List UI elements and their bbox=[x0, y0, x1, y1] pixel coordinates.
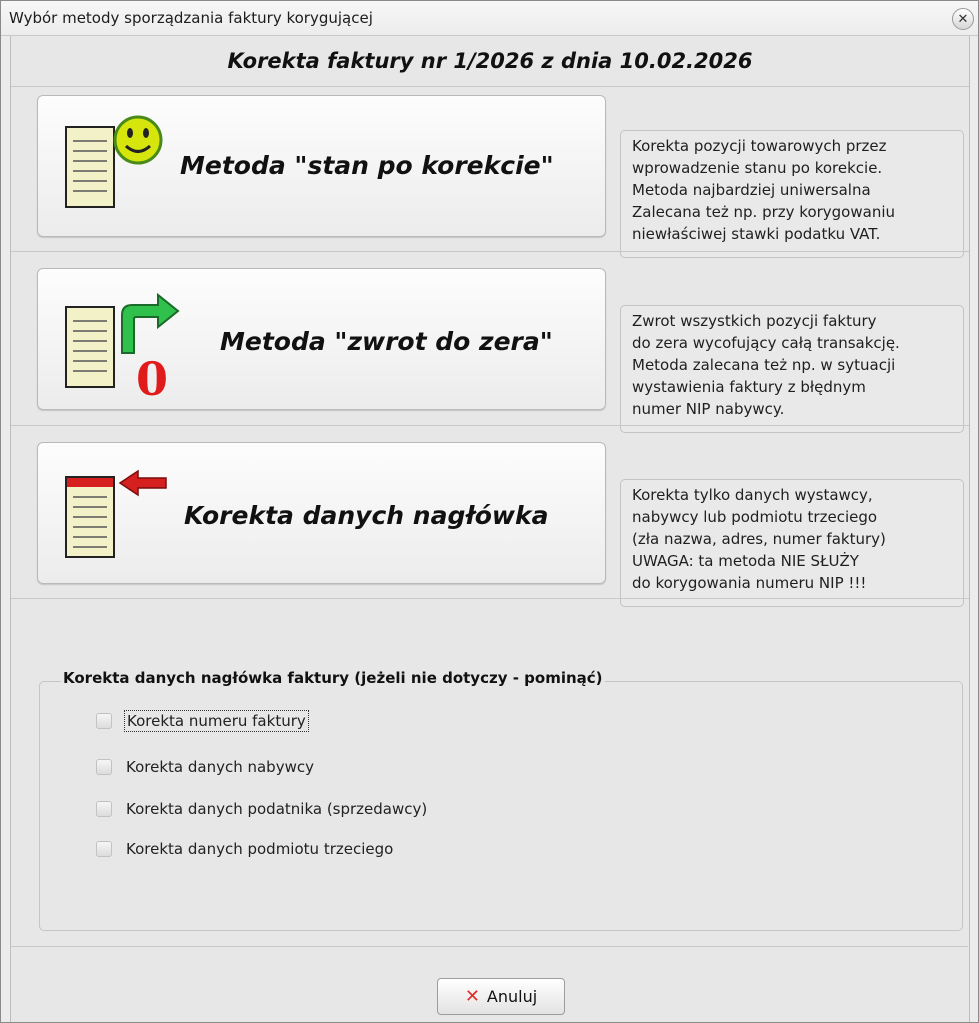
description-line: (zła nazwa, adres, numer faktury) bbox=[632, 530, 886, 548]
red-x-icon: ✕ bbox=[464, 986, 480, 1007]
description-line: wystawienia faktury z błędnym bbox=[632, 378, 866, 396]
description-line: wprowadzenie stanu po korekcie. bbox=[632, 159, 883, 177]
description-line: do zera wycofujący całą transakcję. bbox=[632, 334, 900, 352]
checkbox-korekta-danych-podmiotu-trzeciego[interactable]: Korekta danych podmiotu trzeciego bbox=[96, 837, 395, 861]
description-line: Korekta tylko danych wystawcy, bbox=[632, 486, 873, 504]
divider bbox=[11, 251, 969, 252]
cancel-button-label: Anuluj bbox=[486, 987, 538, 1006]
description-line: do korygowania numeru NIP !!! bbox=[632, 574, 867, 592]
title-bar: Wybór metody sporządzania faktury korygu… bbox=[1, 1, 978, 36]
checkbox-label: Korekta danych nabywcy bbox=[126, 758, 314, 776]
method-korekta-naglowka-description: Korekta tylko danych wystawcy, nabywcy l… bbox=[620, 479, 964, 607]
document-return-zero-icon: 0 bbox=[65, 292, 180, 398]
checkbox-box[interactable] bbox=[96, 713, 112, 729]
checkbox-korekta-danych-podatnika[interactable]: Korekta danych podatnika (sprzedawcy) bbox=[96, 797, 429, 821]
description-line: Zwrot wszystkich pozycji faktury bbox=[632, 312, 877, 330]
description-line: Metoda zalecana też np. w sytuacji bbox=[632, 356, 896, 374]
checkbox-label: Korekta numeru faktury bbox=[124, 710, 309, 732]
method-stan-po-korekcie-button[interactable]: Metoda "stan po korekcie" bbox=[37, 95, 606, 237]
window-title: Wybór metody sporządzania faktury korygu… bbox=[9, 9, 373, 27]
description-line: Korekta pozycji towarowych przez bbox=[632, 137, 887, 155]
description-line: UWAGA: ta metoda NIE SŁUŻY bbox=[632, 552, 859, 570]
divider bbox=[11, 425, 969, 426]
method-stan-po-korekcie-label: Metoda "stan po korekcie" bbox=[180, 151, 554, 180]
close-icon: ✕ bbox=[957, 11, 969, 27]
zero-glyph: 0 bbox=[136, 352, 168, 398]
description-line: Zalecana też np. przy korygowaniu bbox=[632, 203, 896, 221]
description-line: niewłaściwej stawki podatku VAT. bbox=[632, 225, 881, 243]
method-korekta-naglowka-button[interactable]: Korekta danych nagłówka bbox=[37, 442, 606, 584]
checkbox-korekta-numeru-faktury[interactable]: Korekta numeru faktury bbox=[96, 709, 309, 733]
divider bbox=[11, 598, 969, 599]
method-stan-po-korekcie-description: Korekta pozycji towarowych przez wprowad… bbox=[620, 130, 964, 258]
checkbox-label: Korekta danych podatnika (sprzedawcy) bbox=[126, 800, 428, 818]
dialog-window: Wybór metody sporządzania faktury korygu… bbox=[0, 0, 979, 1023]
checkbox-box[interactable] bbox=[96, 759, 112, 775]
method-zwrot-do-zera-description: Zwrot wszystkich pozycji faktury do zera… bbox=[620, 305, 964, 433]
document-header-arrow-icon bbox=[65, 469, 167, 558]
description-line: Metoda najbardziej uniwersalna bbox=[632, 181, 871, 199]
page-title: Korekta faktury nr 1/2026 z dnia 10.02.2… bbox=[11, 36, 969, 87]
description-line: nabywcy lub podmiotu trzeciego bbox=[632, 508, 878, 526]
method-korekta-naglowka-label: Korekta danych nagłówka bbox=[184, 501, 549, 530]
method-zwrot-do-zera-label: Metoda "zwrot do zera" bbox=[220, 327, 553, 356]
cancel-button[interactable]: ✕ Anuluj bbox=[437, 978, 565, 1015]
checkbox-korekta-danych-nabywcy[interactable]: Korekta danych nabywcy bbox=[96, 755, 316, 779]
checkbox-box[interactable] bbox=[96, 801, 112, 817]
description-line: numer NIP nabywcy. bbox=[632, 400, 785, 418]
close-button[interactable]: ✕ bbox=[952, 8, 974, 30]
header-correction-group-title: Korekta danych nagłówka faktury (jeżeli … bbox=[61, 669, 605, 687]
checkbox-label: Korekta danych podmiotu trzeciego bbox=[126, 840, 394, 858]
method-zwrot-do-zera-button[interactable]: 0 Metoda "zwrot do zera" bbox=[37, 268, 606, 410]
divider bbox=[10, 946, 968, 947]
document-smiley-icon bbox=[65, 115, 163, 208]
checkbox-box[interactable] bbox=[96, 841, 112, 857]
